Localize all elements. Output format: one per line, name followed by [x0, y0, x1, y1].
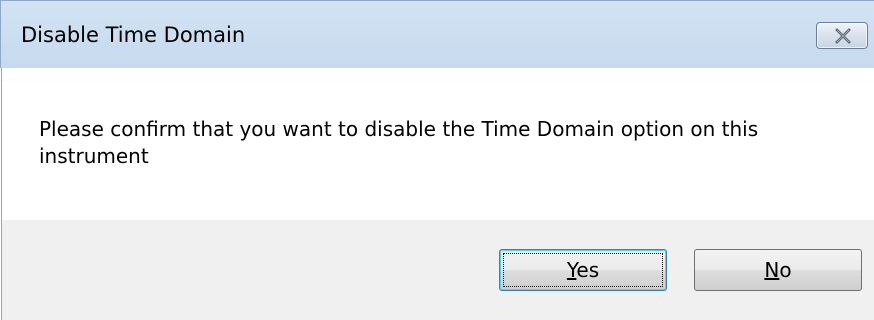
yes-button[interactable]: Yes	[499, 249, 667, 291]
button-bar: Yes No	[1, 220, 874, 320]
dialog-window: Disable Time Domain Please confirm that …	[0, 0, 874, 320]
confirmation-message: Please confirm that you want to disable …	[39, 117, 759, 168]
close-button[interactable]	[816, 22, 868, 49]
yes-label-rest: es	[576, 258, 600, 282]
yes-mnemonic: Y	[566, 258, 577, 282]
title-bar[interactable]: Disable Time Domain	[0, 0, 874, 68]
dialog-content: Please confirm that you want to disable …	[1, 68, 874, 220]
window-title: Disable Time Domain	[21, 23, 246, 47]
close-icon	[835, 28, 851, 44]
no-button[interactable]: No	[694, 249, 862, 291]
no-label-rest: o	[779, 258, 792, 282]
no-mnemonic: N	[764, 258, 780, 282]
